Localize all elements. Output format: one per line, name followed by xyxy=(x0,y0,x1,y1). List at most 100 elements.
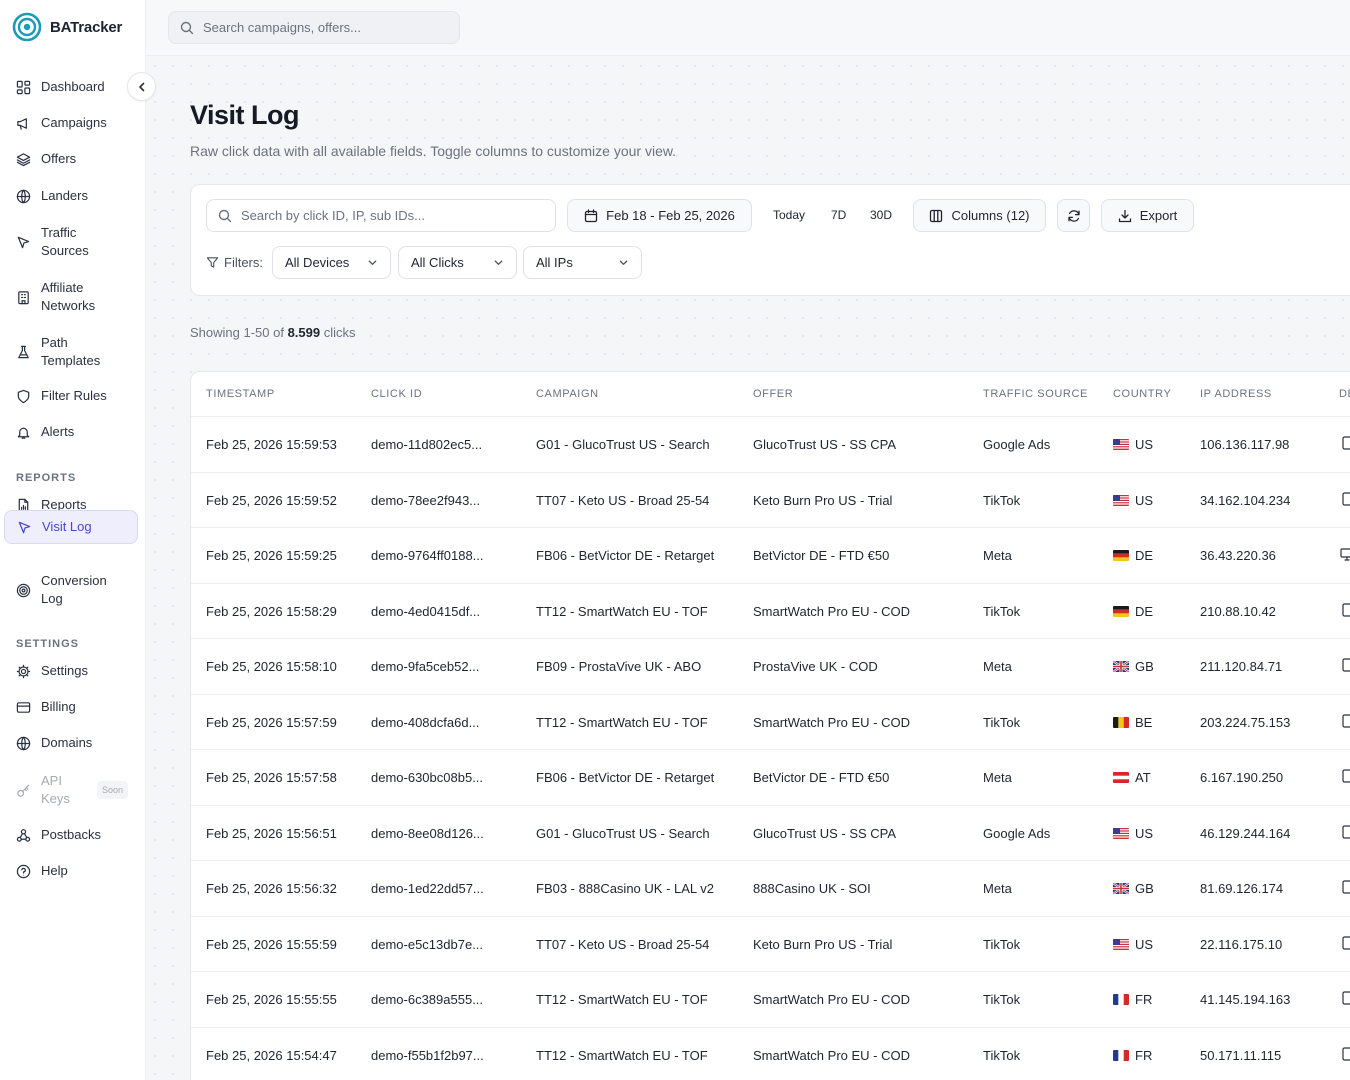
table-row[interactable]: Feb 25, 2026 15:58:29 demo-4ed0415df... TT… xyxy=(191,584,1350,639)
flag-gb-icon xyxy=(1113,883,1129,894)
table-row[interactable]: Feb 25, 2026 15:57:58 demo-630bc08b5... FB… xyxy=(191,750,1350,806)
cursor-icon xyxy=(16,519,32,535)
mobile-icon xyxy=(1342,991,1350,1005)
table-row[interactable]: Feb 25, 2026 15:54:47 demo-f55b1f2b97... T… xyxy=(191,1028,1350,1080)
cell-source: Google Ads xyxy=(983,825,1051,841)
gear-icon xyxy=(15,663,31,679)
results-prefix: Showing 1-50 of xyxy=(190,325,284,340)
global-search-input[interactable] xyxy=(203,20,443,35)
credit-card-icon xyxy=(15,699,31,715)
column-header-click-id[interactable]: CLICK ID xyxy=(371,388,422,400)
cursor-icon xyxy=(15,234,31,250)
table-row[interactable]: Feb 25, 2026 15:59:52 demo-78ee2f943... TT… xyxy=(191,473,1350,528)
ip-filter-select[interactable]: All IPs xyxy=(523,246,642,279)
table-row[interactable]: Feb 25, 2026 15:55:55 demo-6c389a555... TT… xyxy=(191,972,1350,1028)
cell-click-id[interactable]: demo-408dcfa6d... xyxy=(371,715,479,730)
columns-icon xyxy=(930,209,943,222)
cell-offer: GlucoTrust US - SS CPA xyxy=(753,437,897,452)
sidebar-item-alerts[interactable]: Alerts xyxy=(4,416,138,448)
cell-ip: 50.171.11.115 xyxy=(1200,1047,1282,1063)
column-header-ip-address[interactable]: IP ADDRESS xyxy=(1200,388,1272,400)
column-header-campaign[interactable]: CAMPAIGN xyxy=(536,388,599,400)
range-30d-button[interactable]: 30D xyxy=(870,208,892,222)
sidebar-item-conversion-log[interactable]: Conversion Log xyxy=(4,571,138,609)
sidebar-item-label: Traffic Sources xyxy=(41,225,89,258)
refresh-button[interactable] xyxy=(1057,199,1090,232)
cell-campaign: TT12 - SmartWatch EU - TOF xyxy=(536,714,708,730)
sidebar-item-offers[interactable]: Offers xyxy=(4,143,138,175)
bell-icon xyxy=(15,424,31,440)
global-search[interactable] xyxy=(168,11,460,44)
sidebar-item-dashboard[interactable]: Dashboard xyxy=(4,71,138,103)
globe-icon xyxy=(16,736,30,750)
cell-click-id[interactable]: demo-9764ff0188... xyxy=(371,548,484,563)
column-header-traffic-source[interactable]: TRAFFIC SOURCE xyxy=(983,388,1088,400)
cell-country: US xyxy=(1113,937,1153,952)
sidebar-item-affiliate-networks[interactable]: Affiliate Networks xyxy=(4,278,138,316)
cell-click-id[interactable]: demo-11d802ec5... xyxy=(371,437,482,452)
cell-campaign: TT12 - SmartWatch EU - TOF xyxy=(536,992,708,1007)
export-button[interactable]: Export xyxy=(1101,199,1194,232)
columns-label: Columns (12) xyxy=(951,208,1030,223)
brand[interactable]: BATracker xyxy=(12,12,122,42)
mobile-icon xyxy=(1342,658,1350,672)
cell-click-id[interactable]: demo-e5c13db7e... xyxy=(371,937,483,952)
collapse-sidebar-button[interactable] xyxy=(127,72,156,101)
target-icon xyxy=(16,583,30,597)
column-header-timestamp[interactable]: TIMESTAMP xyxy=(206,388,275,400)
cell-timestamp: Feb 25, 2026 15:57:59 xyxy=(206,714,337,730)
sidebar-item-domains[interactable]: Domains xyxy=(4,727,138,759)
cell-click-id[interactable]: demo-1ed22dd57... xyxy=(371,881,484,896)
sidebar-item-help[interactable]: Help xyxy=(4,855,138,887)
table-row[interactable]: Feb 25, 2026 15:56:51 demo-8ee08d126... G0… xyxy=(191,806,1350,861)
mobile-icon xyxy=(1342,1046,1350,1061)
sidebar-item-filter-rules[interactable]: Filter Rules xyxy=(4,380,138,412)
sidebar-item-api-keys[interactable]: API Keys Soon xyxy=(4,771,138,809)
cell-click-id[interactable]: demo-4ed0415df... xyxy=(371,604,480,619)
column-header-country[interactable]: COUNTRY xyxy=(1113,388,1171,400)
globe-icon xyxy=(15,735,31,751)
date-range-button[interactable]: Feb 18 - Feb 25, 2026 xyxy=(567,199,752,232)
clicks-filter-select[interactable]: All Clicks xyxy=(398,246,517,279)
table-row[interactable]: Feb 25, 2026 15:58:10 demo-9fa5ceb52... FB… xyxy=(191,639,1350,695)
help-icon xyxy=(15,863,31,879)
flag-us-icon xyxy=(1113,938,1129,950)
sidebar-item-path-templates[interactable]: Path Templates xyxy=(4,333,138,371)
main-content: Visit Log Raw click data with all availa… xyxy=(146,57,1350,1080)
cell-timestamp: Feb 25, 2026 15:54:47 xyxy=(206,1047,337,1063)
sidebar-item-campaigns[interactable]: Campaigns xyxy=(4,107,138,139)
cell-ip: 203.224.75.153 xyxy=(1200,714,1291,730)
table-row[interactable]: Feb 25, 2026 15:59:25 demo-9764ff0188... F… xyxy=(191,528,1350,584)
table-row[interactable]: Feb 25, 2026 15:55:59 demo-e5c13db7e... TT… xyxy=(191,917,1350,972)
sidebar-item-traffic-sources[interactable]: Traffic Sources xyxy=(4,223,138,261)
cell-click-id[interactable]: demo-9fa5ceb52... xyxy=(371,659,479,674)
table-row[interactable]: Feb 25, 2026 15:59:53 demo-11d802ec5... G0… xyxy=(191,417,1350,473)
device-filter-select[interactable]: All Devices xyxy=(272,246,391,279)
table-row[interactable]: Feb 25, 2026 15:56:32 demo-1ed22dd57... FB… xyxy=(191,861,1350,917)
sidebar-item-settings[interactable]: Settings xyxy=(4,655,138,687)
results-count: Showing 1-50 of 8.599 clicks xyxy=(190,325,356,340)
cell-click-id[interactable]: demo-630bc08b5... xyxy=(371,770,483,785)
column-header-de[interactable]: DE xyxy=(1339,388,1350,400)
columns-button[interactable]: Columns (12) xyxy=(913,199,1046,232)
column-header-offer[interactable]: OFFER xyxy=(753,388,793,400)
chevron-down-icon xyxy=(368,260,377,265)
cell-click-id[interactable]: demo-f55b1f2b97... xyxy=(371,1048,484,1063)
click-search[interactable] xyxy=(206,199,556,232)
cell-click-id[interactable]: demo-6c389a555... xyxy=(371,992,483,1007)
cell-click-id[interactable]: demo-78ee2f943... xyxy=(371,493,480,508)
cell-ip: 22.116.175.10 xyxy=(1200,936,1283,952)
table-row[interactable]: Feb 25, 2026 15:57:59 demo-408dcfa6d... TT… xyxy=(191,695,1350,750)
cell-source: Meta xyxy=(983,659,1012,674)
flag-fr-icon xyxy=(1113,1049,1129,1061)
click-search-input[interactable] xyxy=(241,208,541,223)
cell-ip: 211.120.84.71 xyxy=(1200,659,1283,674)
cell-click-id[interactable]: demo-8ee08d126... xyxy=(371,826,484,841)
sidebar-item-landers[interactable]: Landers xyxy=(4,180,138,212)
range-today-button[interactable]: Today xyxy=(773,208,805,222)
sidebar-item-postbacks[interactable]: Postbacks xyxy=(4,819,138,851)
mobile-icon xyxy=(1342,713,1350,728)
sidebar-item-billing[interactable]: Billing xyxy=(4,691,138,723)
range-7d-button[interactable]: 7D xyxy=(831,208,846,222)
sidebar-item-visit-log[interactable]: Visit Log xyxy=(4,510,138,544)
